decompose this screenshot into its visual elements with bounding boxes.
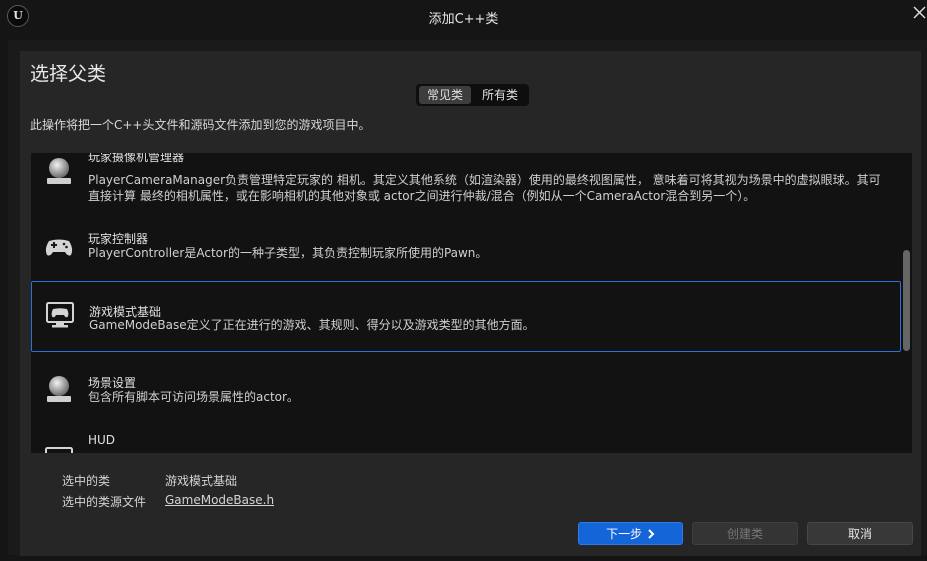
sphere-icon xyxy=(43,155,75,187)
list-item-name: 玩家摄像机管理器 xyxy=(88,153,185,164)
cancel-button[interactable]: 取消 xyxy=(807,522,913,545)
list-scrollbar[interactable] xyxy=(903,250,910,351)
dialog-description: 此操作将把一个C++头文件和源码文件添加到您的游戏项目中。 xyxy=(30,118,371,132)
selected-class-value: 游戏模式基础 xyxy=(165,474,238,488)
gamepad-icon xyxy=(43,231,75,263)
title-bar: U 添加C++类 xyxy=(0,0,927,33)
next-button-label: 下一步 xyxy=(606,527,643,541)
monitor-gamepad-icon xyxy=(44,300,76,332)
class-list[interactable]: 玩家摄像机管理器 PlayerCameraManager负责管理特定玩家的 相机… xyxy=(31,153,912,453)
page-title: 选择父类 xyxy=(30,63,107,85)
close-icon xyxy=(913,6,926,19)
window-title: 添加C++类 xyxy=(428,12,499,27)
list-item-game-mode-base[interactable]: 游戏模式基础 GameModeBase定义了正在进行的游戏、其规则、得分以及游戏… xyxy=(31,281,901,352)
tab-all-classes[interactable]: 所有类 xyxy=(474,86,526,104)
chevron-right-icon xyxy=(648,529,655,539)
source-file-link[interactable]: GameModeBase.h xyxy=(165,493,274,507)
list-item-world-settings[interactable]: 场景设置 包含所有脚本可访问场景属性的actor。 xyxy=(31,365,901,415)
list-item-description: GameModeBase定义了正在进行的游戏、其规则、得分以及游戏类型的其他方面… xyxy=(89,318,535,332)
selected-class-label: 选中的类 xyxy=(62,474,111,488)
class-filter-tabs: 常见类 所有类 xyxy=(416,84,529,106)
create-class-button[interactable]: 创建类 xyxy=(692,522,798,545)
sphere-icon xyxy=(43,373,75,405)
tab-common-classes[interactable]: 常见类 xyxy=(419,86,471,104)
source-file-label: 选中的类源文件 xyxy=(62,495,147,509)
list-item-player-camera-manager[interactable]: 玩家摄像机管理器 PlayerCameraManager负责管理特定玩家的 相机… xyxy=(31,153,901,208)
close-button[interactable] xyxy=(912,5,927,21)
next-button[interactable]: 下一步 xyxy=(578,522,683,545)
list-item-description: PlayerController是Actor的一种子类型，其负责控制玩家所使用的… xyxy=(88,246,488,260)
monitor-icon xyxy=(43,445,75,453)
list-item-hud[interactable]: HUD xyxy=(31,431,901,453)
list-item-description: PlayerCameraManager负责管理特定玩家的 相机。其定义其他系统（… xyxy=(88,173,881,203)
list-item-description: 包含所有脚本可访问场景属性的actor。 xyxy=(88,390,299,404)
list-item-player-controller[interactable]: 玩家控制器 PlayerController是Actor的一种子类型，其负责控制… xyxy=(31,223,901,273)
list-item-name: HUD xyxy=(88,433,116,447)
